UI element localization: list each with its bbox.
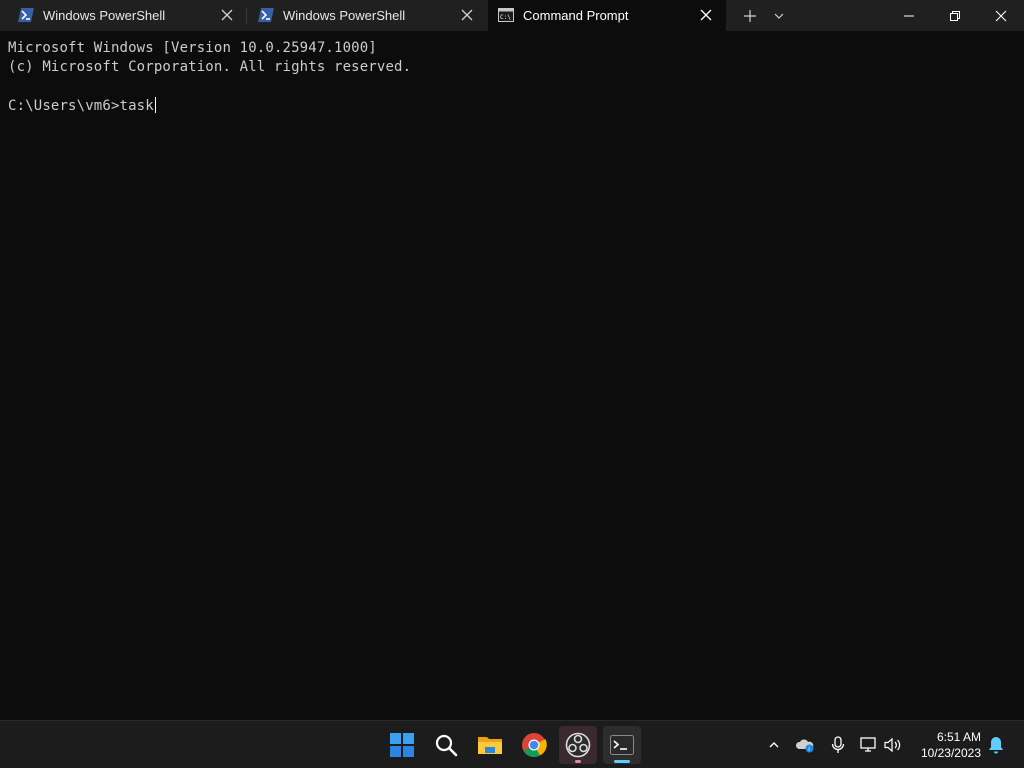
tab-label: Windows PowerShell — [283, 8, 406, 23]
show-hidden-icons-button[interactable] — [764, 735, 784, 755]
onedrive-icon: i — [795, 739, 814, 753]
active-indicator — [614, 760, 630, 763]
file-explorer-icon — [478, 737, 502, 754]
tab-windows-powershell-2[interactable]: Windows PowerShell — [240, 0, 486, 31]
chevron-up-icon — [769, 742, 779, 748]
volume-icon — [884, 737, 901, 753]
notification-bell-icon — [989, 737, 1003, 754]
network-icon — [860, 737, 876, 752]
chrome-icon — [522, 733, 547, 758]
cmd-icon: C:\ — [498, 8, 514, 22]
tab-dropdown-button[interactable] — [768, 0, 790, 31]
close-icon[interactable] — [220, 8, 234, 22]
taskbar: i 6:51 AM 10/23/2023 — [0, 720, 1024, 768]
start-button[interactable] — [383, 726, 421, 764]
onedrive-button[interactable]: i — [795, 735, 815, 755]
obs-icon — [565, 732, 591, 758]
terminal-line: (c) Microsoft Corporation. All rights re… — [8, 59, 412, 75]
new-tab-button[interactable] — [738, 0, 762, 31]
close-icon — [995, 10, 1007, 21]
powershell-icon — [258, 8, 274, 22]
terminal-button[interactable] — [603, 726, 641, 764]
microphone-icon — [831, 736, 845, 753]
microphone-button[interactable] — [828, 735, 848, 755]
tab-label: Windows PowerShell — [43, 8, 166, 23]
obs-button[interactable] — [559, 726, 597, 764]
clock-time: 6:51 AM — [936, 730, 981, 744]
powershell-icon — [18, 8, 34, 22]
plus-icon — [744, 9, 756, 22]
title-bar: Windows PowerShell Windows PowerShell C:… — [0, 0, 1024, 31]
tab-command-prompt[interactable]: C:\ Command Prompt — [488, 0, 726, 31]
chevron-down-icon — [774, 13, 784, 19]
close-icon[interactable] — [460, 8, 474, 22]
file-explorer-button[interactable] — [471, 726, 509, 764]
terminal-icon — [610, 735, 634, 755]
close-icon[interactable] — [699, 8, 713, 22]
clock[interactable]: 6:51 AM 10/23/2023 — [921, 729, 981, 761]
svg-text:C:\: C:\ — [500, 14, 511, 21]
text-cursor — [154, 97, 156, 113]
search-icon — [435, 734, 458, 757]
tab-windows-powershell-1[interactable]: Windows PowerShell — [0, 0, 246, 31]
terminal-prompt-text: C:\Users\vm6>task — [8, 98, 154, 114]
tab-label: Command Prompt — [523, 8, 629, 23]
running-indicator — [575, 760, 581, 763]
minimize-icon — [904, 15, 914, 16]
network-button[interactable] — [859, 735, 879, 755]
close-window-button[interactable] — [978, 0, 1024, 31]
terminal-output[interactable]: Microsoft Windows [Version 10.0.25947.10… — [0, 31, 1024, 720]
terminal-prompt-line[interactable]: C:\Users\vm6>task — [8, 97, 156, 114]
volume-button[interactable] — [883, 735, 903, 755]
clock-date: 10/23/2023 — [920, 746, 981, 760]
restore-button[interactable] — [932, 0, 978, 31]
restore-icon — [950, 10, 960, 21]
start-icon — [390, 733, 414, 757]
chrome-button[interactable] — [515, 726, 553, 764]
search-button[interactable] — [427, 726, 465, 764]
notifications-button[interactable] — [986, 735, 1006, 755]
minimize-button[interactable] — [886, 0, 932, 31]
terminal-line: Microsoft Windows [Version 10.0.25947.10… — [8, 40, 377, 56]
